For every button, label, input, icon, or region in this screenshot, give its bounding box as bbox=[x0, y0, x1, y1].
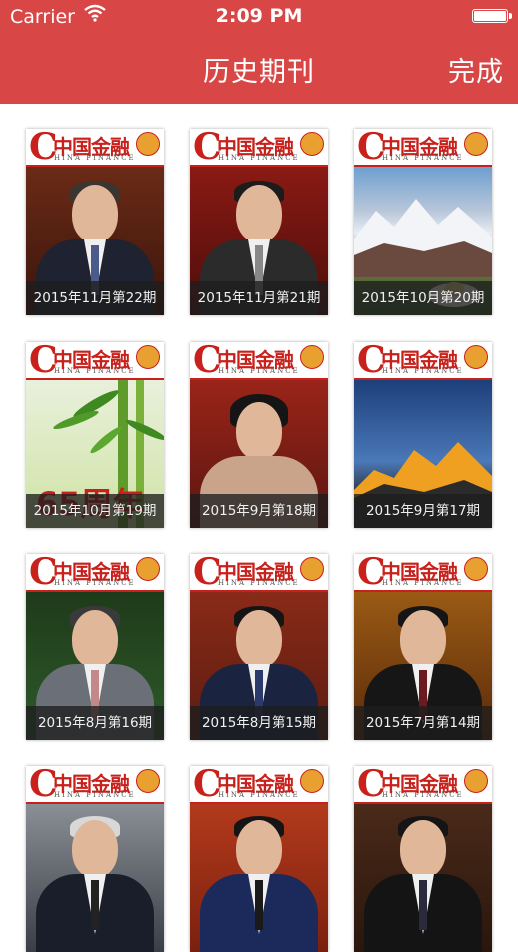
masthead-subtitle: HINA FINANCE bbox=[54, 367, 136, 375]
masthead: C 中国金融 HINA FINANCE bbox=[26, 554, 164, 593]
issue-card[interactable]: C 中国金融 HINA FINANCE 2015年8月第16期 bbox=[26, 554, 164, 740]
seal-icon bbox=[136, 132, 160, 156]
portrait-image bbox=[190, 816, 328, 952]
status-bar: Carrier 2:09 PM bbox=[0, 0, 518, 36]
battery-icon bbox=[472, 9, 512, 23]
masthead: C 中国金融 HINA FINANCE bbox=[354, 554, 492, 593]
masthead-subtitle: HINA FINANCE bbox=[218, 154, 300, 162]
issue-card[interactable]: C 中国金融 HINA FINANCE 2015年10月第20期 bbox=[354, 129, 492, 315]
portrait-image bbox=[354, 816, 492, 952]
masthead: C 中国金融 HINA FINANCE bbox=[354, 342, 492, 381]
seal-icon bbox=[136, 769, 160, 793]
issue-card[interactable]: C 中国金融 HINA FINANCE bbox=[26, 766, 164, 952]
issue-label: 2015年8月第16期 bbox=[26, 706, 164, 740]
issue-card[interactable]: C 中国金融 HINA FINANCE 2015年9月第18期 bbox=[190, 342, 328, 528]
issue-card[interactable]: C 中国金融 HINA FINANCE 2015年9月第17期 bbox=[354, 342, 492, 528]
masthead-subtitle: HINA FINANCE bbox=[382, 154, 464, 162]
masthead-subtitle: HINA FINANCE bbox=[54, 579, 136, 587]
issue-label: 2015年9月第18期 bbox=[190, 494, 328, 528]
cover-image bbox=[26, 804, 164, 952]
issue-card[interactable]: C 中国金融 HINA FINANCE bbox=[190, 766, 328, 952]
masthead-subtitle: HINA FINANCE bbox=[382, 367, 464, 375]
issue-label: 2015年10月第19期 bbox=[26, 494, 164, 528]
seal-icon bbox=[136, 345, 160, 369]
seal-icon bbox=[300, 557, 324, 581]
masthead-subtitle: HINA FINANCE bbox=[54, 154, 136, 162]
cover-image bbox=[354, 804, 492, 952]
masthead: C 中国金融 HINA FINANCE bbox=[354, 129, 492, 168]
issue-label: 2015年8月第15期 bbox=[190, 706, 328, 740]
seal-icon bbox=[300, 769, 324, 793]
status-time: 2:09 PM bbox=[215, 5, 303, 27]
portrait-image bbox=[26, 816, 164, 952]
masthead: C 中国金融 HINA FINANCE bbox=[26, 342, 164, 381]
issue-card[interactable]: C 中国金融 HINA FINANCE bbox=[354, 766, 492, 952]
masthead: C 中国金融 HINA FINANCE bbox=[26, 129, 164, 168]
masthead-subtitle: HINA FINANCE bbox=[54, 791, 136, 799]
masthead: C 中国金融 HINA FINANCE bbox=[26, 766, 164, 805]
masthead-subtitle: HINA FINANCE bbox=[218, 579, 300, 587]
seal-icon bbox=[464, 132, 488, 156]
seal-icon bbox=[300, 345, 324, 369]
issue-label: 2015年7月第14期 bbox=[354, 706, 492, 740]
masthead: C 中国金融 HINA FINANCE bbox=[354, 766, 492, 805]
seal-icon bbox=[464, 769, 488, 793]
issue-card[interactable]: C 中国金融 HINA FINANCE 2015年11月第22期 bbox=[26, 129, 164, 315]
navigation-bar: Carrier 2:09 PM 历史期刊 完成 bbox=[0, 0, 518, 104]
masthead-subtitle: HINA FINANCE bbox=[382, 791, 464, 799]
masthead-subtitle: HINA FINANCE bbox=[382, 579, 464, 587]
masthead: C 中国金融 HINA FINANCE bbox=[190, 554, 328, 593]
issue-label: 2015年11月第21期 bbox=[190, 281, 328, 315]
issue-card[interactable]: C 中国金融 HINA FINANCE 65周年 2015年10月第19期 bbox=[26, 342, 164, 528]
issue-label: 2015年10月第20期 bbox=[354, 281, 492, 315]
issues-grid: C 中国金融 HINA FINANCE 2015年11月第22期 C 中国金融 … bbox=[0, 104, 518, 952]
issue-label: 2015年9月第17期 bbox=[354, 494, 492, 528]
cover-image bbox=[190, 804, 328, 952]
masthead: C 中国金融 HINA FINANCE bbox=[190, 766, 328, 805]
page-title: 历史期刊 bbox=[203, 57, 315, 88]
issue-label: 2015年11月第22期 bbox=[26, 281, 164, 315]
done-button[interactable]: 完成 bbox=[448, 50, 504, 89]
issue-card[interactable]: C 中国金融 HINA FINANCE 2015年7月第14期 bbox=[354, 554, 492, 740]
seal-icon bbox=[464, 557, 488, 581]
masthead: C 中国金融 HINA FINANCE bbox=[190, 129, 328, 168]
issue-card[interactable]: C 中国金融 HINA FINANCE 2015年11月第21期 bbox=[190, 129, 328, 315]
issue-card[interactable]: C 中国金融 HINA FINANCE 2015年8月第15期 bbox=[190, 554, 328, 740]
seal-icon bbox=[136, 557, 160, 581]
masthead-subtitle: HINA FINANCE bbox=[218, 367, 300, 375]
seal-icon bbox=[464, 345, 488, 369]
seal-icon bbox=[300, 132, 324, 156]
masthead-subtitle: HINA FINANCE bbox=[218, 791, 300, 799]
masthead: C 中国金融 HINA FINANCE bbox=[190, 342, 328, 381]
